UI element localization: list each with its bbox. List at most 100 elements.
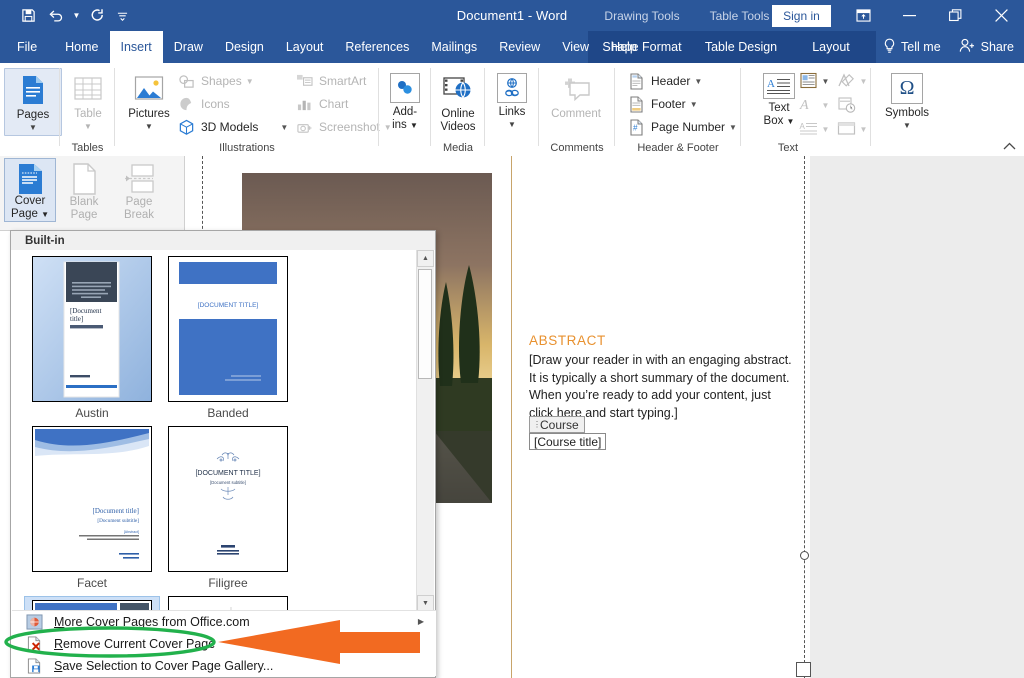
share-button[interactable]: Share (953, 31, 1020, 63)
menu-more-cover-pages[interactable]: More Cover Pages from Office.com ▶ (12, 611, 436, 632)
tab-table-design[interactable]: Table Design (696, 31, 786, 63)
online-videos-button[interactable]: Online Videos (430, 68, 486, 133)
add-ins-label: Add-ins ▼ (392, 106, 418, 131)
links-label: Links (498, 106, 526, 118)
page-break-button[interactable]: Page Break (113, 158, 165, 221)
ribbon-group-media: Online Videos Media (431, 63, 485, 156)
footer-button[interactable]: Footer ▼ (627, 92, 698, 116)
wordart-icon[interactable] (834, 69, 858, 93)
tell-me-button[interactable]: Tell me (877, 31, 947, 63)
pages-dropdown-panel: Cover Page ▼ Blank Page Page Break (0, 156, 185, 231)
quick-parts-dropdown-icon[interactable]: ▼ (820, 69, 831, 93)
gallery-scrollbar[interactable]: ▲ ▼ (416, 250, 434, 612)
wordart-dropdown-icon[interactable]: ▼ (858, 69, 869, 93)
undo-dropdown-icon[interactable]: ▼ (70, 3, 83, 29)
svg-text:[Document subtitle]: [Document subtitle] (97, 518, 139, 524)
course-tag-label: Course (540, 417, 579, 432)
filigree-preview: [DOCUMENT TITLE] [Document subtitle] (168, 426, 288, 572)
group-label-illustrations: Illustrations (219, 142, 275, 154)
drop-cap-dropdown-icon[interactable]: ▼ (820, 93, 831, 117)
symbols-button[interactable]: Ω Symbols ▼ (879, 68, 935, 130)
ribbon-display-options-icon[interactable] (840, 0, 886, 31)
redo-icon[interactable] (83, 3, 111, 29)
svg-text:[Document: [Document (70, 307, 102, 315)
blank-page-button[interactable]: Blank Page (58, 158, 110, 221)
minimize-icon[interactable] (886, 0, 932, 31)
omega-icon: Ω (891, 73, 923, 104)
svg-text:[Abstract]: [Abstract] (124, 530, 139, 534)
icons-button[interactable]: Icons (177, 92, 230, 116)
cover-thumb-banded[interactable]: [DOCUMENT TITLE] Banded (160, 256, 296, 424)
group-label-tables: Tables (71, 142, 104, 154)
cover-page-divider-line (511, 156, 512, 678)
restore-icon[interactable] (932, 0, 978, 31)
object-dropdown-icon[interactable]: ▼ (858, 117, 869, 141)
tab-draw[interactable]: Draw (163, 31, 214, 63)
page-break-icon (123, 162, 155, 196)
tab-mailings[interactable]: Mailings (420, 31, 488, 63)
gallery-thumbnail-area: [Document title] Austin [DOCUMENT TITLE]… (12, 250, 418, 612)
banded-preview: [DOCUMENT TITLE] (168, 256, 288, 402)
abstract-body[interactable]: [Draw your reader in with an engaging ab… (529, 352, 794, 422)
signature-line-icon[interactable]: A (796, 117, 820, 141)
tab-references[interactable]: References (334, 31, 420, 63)
online-videos-label: Online Videos (440, 108, 476, 133)
pictures-label: Pictures (128, 108, 170, 120)
chart-button[interactable]: Chart (295, 92, 348, 116)
svg-text:A: A (799, 98, 809, 113)
close-icon[interactable] (978, 0, 1024, 31)
shapes-button[interactable]: Shapes ▼ (177, 69, 254, 93)
tab-home[interactable]: Home (54, 31, 109, 63)
drop-cap-icon[interactable]: A (796, 93, 820, 117)
customize-qat-icon[interactable] (111, 3, 133, 29)
object-icon[interactable] (834, 117, 858, 141)
footer-icon (627, 95, 646, 114)
undo-icon[interactable] (42, 3, 70, 29)
cover-thumb-label-facet: Facet (76, 576, 107, 590)
pages-button[interactable]: Pages ▼ (4, 68, 62, 136)
date-time-icon[interactable] (834, 93, 858, 117)
signature-dropdown-icon[interactable]: ▼ (820, 117, 831, 141)
links-button[interactable]: Links ▼ (484, 68, 540, 129)
page-number-button[interactable]: # Page Number ▼ (627, 115, 737, 139)
menu-remove-current-cover-page[interactable]: Remove Current Cover Page (12, 633, 436, 654)
tab-layout[interactable]: Layout (275, 31, 335, 63)
shapes-label: Shapes (201, 74, 242, 88)
menu-save-selection-to-gallery[interactable]: Save Selection to Cover Page Gallery... (12, 655, 436, 676)
cover-thumb-austin[interactable]: [Document title] Austin (24, 256, 160, 424)
ribbon-group-pages: Pages ▼ (0, 63, 62, 156)
cover-thumb-filigree[interactable]: [DOCUMENT TITLE] [Document subtitle] Fil… (160, 426, 296, 594)
tab-shape-format[interactable]: Shape Format (588, 31, 696, 63)
comment-button[interactable]: Comment (548, 68, 604, 121)
smartart-button[interactable]: SmartArt (295, 69, 366, 93)
course-title-field[interactable]: [Course title] (529, 433, 607, 450)
resize-handle[interactable] (796, 662, 811, 677)
tab-design[interactable]: Design (214, 31, 275, 63)
tab-review[interactable]: Review (488, 31, 551, 63)
rotate-handle[interactable] (800, 551, 809, 560)
ribbon-insert-tab-content: Pages ▼ Table ▼ Tables Pictures ▼ Shapes… (0, 63, 1024, 157)
ribbon-group-tables: Table ▼ Tables (60, 63, 115, 156)
page-number-icon: # (627, 118, 646, 137)
course-content-control-tag[interactable]: ⋮ Course (529, 416, 585, 433)
gallery-scrollbar-thumb[interactable] (418, 269, 432, 379)
collapse-ribbon-icon[interactable] (1000, 138, 1018, 154)
header-button[interactable]: Header ▼ (627, 69, 702, 93)
screenshot-label: Screenshot (319, 120, 380, 134)
table-button[interactable]: Table ▼ (60, 68, 116, 131)
cover-page-button[interactable]: Cover Page ▼ (4, 158, 56, 222)
tab-table-layout[interactable]: Layout (786, 31, 876, 63)
gallery-scroll-up-button[interactable]: ▲ (417, 250, 434, 267)
quick-parts-icon[interactable] (796, 69, 820, 93)
tab-insert[interactable]: Insert (109, 31, 163, 63)
add-ins-button[interactable]: Add-ins ▼ (377, 68, 433, 132)
screenshot-icon (295, 118, 314, 137)
tab-file[interactable]: File (0, 31, 54, 63)
3d-models-button[interactable]: 3D Models ▼ (177, 115, 288, 139)
cover-thumb-facet[interactable]: [Document title] [Document subtitle] [Ab… (24, 426, 160, 594)
save-icon[interactable] (14, 3, 42, 29)
pictures-button[interactable]: Pictures ▼ (121, 68, 177, 131)
sign-in-button[interactable]: Sign in (772, 5, 831, 27)
comment-icon (560, 73, 592, 105)
ribbon-group-comments: Comment Comments (539, 63, 615, 156)
